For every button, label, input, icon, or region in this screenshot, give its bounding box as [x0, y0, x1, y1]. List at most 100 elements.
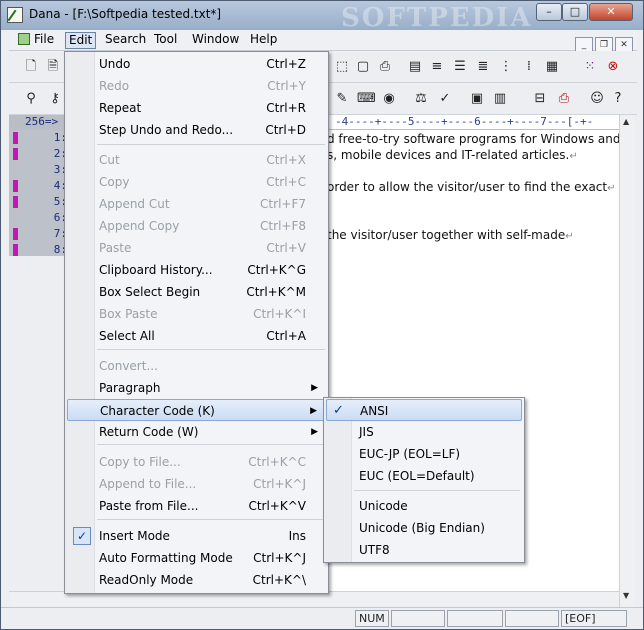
menu-window[interactable]: Window: [189, 32, 242, 49]
app-icon[interactable]: [7, 7, 23, 23]
select-icon[interactable]: ⬚: [334, 59, 350, 75]
line-number-gutter: 1: 2: 3: 4: 5: 6: 7: 8:: [9, 130, 69, 256]
page-icon[interactable]: ▤: [407, 59, 423, 75]
menu-item-shortcut: Ctrl+K^C: [248, 455, 306, 469]
folder-icon[interactable]: ▣: [469, 91, 485, 107]
menu-item-label: Auto Formatting Mode: [99, 551, 233, 565]
edit-menu-item[interactable]: Box Select Begin Ctrl+K^M: [67, 281, 326, 303]
edit-menu-item[interactable]: Auto Formatting Mode Ctrl+K^J: [67, 547, 326, 569]
align-left-icon[interactable]: ☰: [452, 59, 468, 75]
stamp-icon[interactable]: ⎙: [377, 59, 393, 75]
window-title: Dana - [F:\Softpedia tested.txt*]: [29, 7, 222, 21]
disc-icon[interactable]: ◉: [381, 91, 397, 107]
menu-item-label: Undo: [99, 57, 131, 71]
minimize-button[interactable]: –: [536, 3, 562, 21]
edit-menu-item[interactable]: Select All Ctrl+A: [67, 325, 326, 347]
find-icon[interactable]: ⚷: [47, 91, 63, 107]
align-right-icon[interactable]: ≣: [475, 59, 491, 75]
line-number: 2:: [53, 147, 67, 160]
face-icon[interactable]: ☺: [589, 91, 605, 107]
edit-menu-item[interactable]: Paragraph ▶: [67, 377, 326, 399]
menu-bar: File Edit Search Tool Window Help _ ❐ ✕: [9, 30, 637, 53]
menu-item-shortcut: Ins: [288, 529, 306, 543]
save-icon[interactable]: ▥: [492, 91, 508, 107]
edit-menu-item[interactable]: Undo Ctrl+Z: [67, 53, 326, 75]
edit-menu-item: Box Paste Ctrl+K^I: [67, 303, 326, 325]
menu-item-label: Copy: [99, 175, 130, 189]
charcode-menu-item[interactable]: JIS: [326, 421, 522, 443]
mdi-buttons: _ ❐ ✕: [573, 32, 633, 53]
edit-menu-item[interactable]: Clipboard History... Ctrl+K^G: [67, 259, 326, 281]
keyboard-icon[interactable]: ⌨: [357, 91, 376, 107]
spell-icon[interactable]: ✓: [437, 91, 453, 107]
edit-menu-item[interactable]: Step Undo and Redo... Ctrl+D: [67, 119, 326, 141]
edit-menu-item[interactable]: ✓ Insert Mode Ins: [67, 525, 326, 547]
num-lock-indicator: NUM: [355, 610, 389, 627]
edit-menu-item: Copy Ctrl+C: [67, 171, 326, 193]
edit-menu-item[interactable]: Paste from File... Ctrl+K^V: [67, 495, 326, 517]
charcode-menu-item[interactable]: Unicode: [326, 495, 522, 517]
menu-item-label: ANSI: [360, 404, 389, 418]
edit-menu-item: Cut Ctrl+X: [67, 149, 326, 171]
box-select-icon[interactable]: ▢: [355, 59, 371, 75]
modified-line-marker: [13, 148, 18, 160]
menu-item-shortcut: Ctrl+K^\: [252, 573, 306, 587]
charcode-menu-item[interactable]: UTF8: [326, 539, 522, 561]
modified-line-marker: [13, 196, 18, 208]
menu-edit[interactable]: Edit: [65, 32, 97, 49]
charcode-menu-item[interactable]: ✓ ANSI: [326, 399, 522, 421]
scroll-up-icon[interactable]: ▲: [623, 117, 629, 126]
edit-menu-item[interactable]: Repeat Ctrl+R: [67, 97, 326, 119]
charcode-menu-item[interactable]: EUC-JP (EOL=LF): [326, 443, 522, 465]
menu-file[interactable]: File: [15, 32, 57, 49]
menu-item-label: Append Cut: [99, 197, 170, 211]
align-center-icon[interactable]: ≡: [429, 59, 445, 75]
open-file-icon[interactable]: 🗎: [45, 59, 61, 75]
submenu-arrow-icon: ▶: [311, 427, 318, 437]
menu-item-label: Repeat: [99, 101, 142, 115]
stop-icon[interactable]: ⊗: [605, 59, 621, 75]
menu-item-label: Box Paste: [99, 307, 158, 321]
menu-item-label: Character Code (K): [100, 404, 215, 418]
indent-icon[interactable]: ⋮: [498, 59, 514, 75]
help-icon[interactable]: ?: [610, 91, 626, 107]
split-icon[interactable]: ⊟: [532, 91, 548, 107]
menu-item-label: Paste from File...: [99, 499, 199, 513]
scale-icon[interactable]: ⚖: [413, 91, 429, 107]
menu-separator: [97, 349, 325, 350]
close-button[interactable]: ✕: [589, 3, 633, 21]
menu-item-shortcut: Ctrl+F7: [260, 197, 306, 211]
menu-help[interactable]: Help: [247, 32, 280, 49]
pen-icon[interactable]: ✎: [334, 91, 350, 107]
vertical-scrollbar[interactable]: ▲ ▼: [619, 115, 635, 607]
print-icon[interactable]: ⎙: [556, 91, 572, 107]
menu-item-label: Clipboard History...: [99, 263, 213, 277]
menu-item-shortcut: Ctrl+K^J: [253, 477, 306, 491]
columns-icon[interactable]: ⁞: [521, 59, 537, 75]
grid-icon[interactable]: ▦: [544, 59, 560, 75]
modified-line-marker: [13, 244, 18, 256]
edit-menu-item[interactable]: Character Code (K) ▶: [67, 399, 326, 421]
editor-line: the visitor/user together with self-made…: [327, 228, 574, 242]
menu-item-label: Redo: [99, 79, 130, 93]
charcode-menu-item[interactable]: EUC (EOL=Default): [326, 465, 522, 487]
charcode-menu-item[interactable]: Unicode (Big Endian): [326, 517, 522, 539]
menu-item-label: UTF8: [359, 543, 390, 557]
menu-separator: [97, 144, 325, 145]
menu-item-shortcut: Ctrl+K^J: [253, 551, 306, 565]
dots-icon[interactable]: ⁙: [582, 59, 598, 75]
menu-tool[interactable]: Tool: [151, 32, 180, 49]
new-file-icon[interactable]: 🗋: [23, 59, 39, 75]
status-bar: NUM [EOF]: [1, 607, 643, 629]
binoculars-icon[interactable]: ⚲: [23, 91, 39, 107]
menu-item-label: Box Select Begin: [99, 285, 201, 299]
edit-menu: Undo Ctrl+Z Redo Ctrl+Y Repeat Ctrl+R Step Und…: [64, 51, 329, 594]
edit-menu-item[interactable]: ReadOnly Mode Ctrl+K^\: [67, 569, 326, 591]
maximize-button[interactable]: □: [562, 3, 588, 21]
menu-item-label: Append to File...: [99, 477, 197, 491]
menu-search[interactable]: Search: [102, 32, 149, 49]
scroll-down-icon[interactable]: ▼: [623, 591, 629, 600]
line-number: 6:: [53, 211, 67, 224]
edit-menu-item[interactable]: Return Code (W) ▶: [67, 421, 326, 443]
title-bar[interactable]: SOFTPEDIA Dana - [F:\Softpedia tested.tx…: [1, 1, 643, 33]
